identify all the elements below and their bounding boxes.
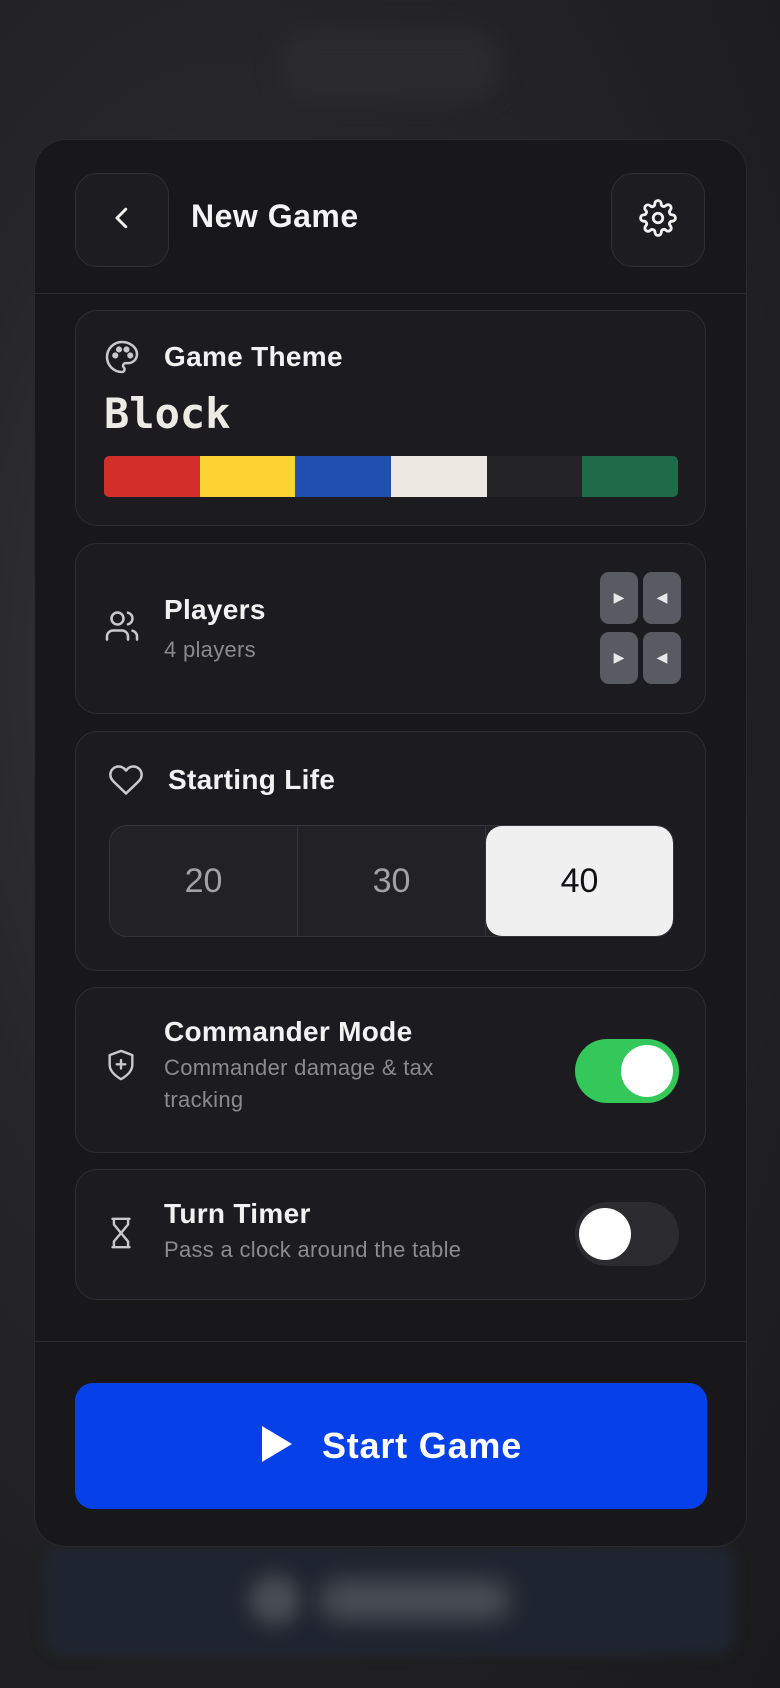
theme-name: Block [104,389,231,438]
turn-timer-toggle[interactable] [575,1202,679,1266]
seat-right-bottom: ◀ [643,632,681,684]
chevron-left-icon [107,203,137,237]
theme-swatch [486,456,583,497]
settings-button[interactable] [611,173,705,267]
life-option-20[interactable]: 20 [110,826,298,936]
toggle-knob [621,1045,673,1097]
back-button[interactable] [75,173,169,267]
background-blur-top [280,30,500,100]
player-layout-preview[interactable]: ▶ ◀ ▶ ◀ [600,572,681,684]
new-game-sheet: New Game Game Theme Block Players 4 play… [34,139,747,1547]
seat-right-top: ◀ [643,572,681,624]
seat-left-top: ▶ [600,572,638,624]
theme-swatch [199,456,296,497]
seat-left-bottom: ▶ [600,632,638,684]
game-theme-card[interactable]: Game Theme Block [75,310,706,526]
theme-swatch [104,456,200,497]
gear-icon [639,199,677,241]
commander-mode-card: Commander Mode Commander damage & tax tra… [75,987,706,1153]
palette-icon [104,339,140,375]
commander-mode-label: Commander Mode [164,1016,413,1047]
players-count: 4 players [164,637,256,662]
header: New Game [35,140,746,294]
commander-mode-description: Commander damage & tax tracking [164,1055,434,1112]
turn-timer-card: Turn Timer Pass a clock around the table [75,1169,706,1300]
life-option-40[interactable]: 40 [486,826,673,936]
footer: Start Game [35,1341,746,1546]
hourglass-icon [104,1216,138,1250]
shield-plus-icon [104,1048,138,1082]
starting-life-card: Starting Life 20 30 40 [75,731,706,971]
players-card[interactable]: Players 4 players ▶ ◀ ▶ ◀ [75,543,706,714]
start-game-label: Start Game [321,1425,523,1466]
heart-icon [108,762,144,798]
turn-timer-description: Pass a clock around the table [164,1237,462,1262]
commander-mode-toggle[interactable] [575,1039,679,1103]
players-label: Players [164,594,266,625]
start-game-button[interactable]: Start Game [75,1383,707,1509]
game-theme-label: Game Theme [164,341,343,372]
theme-swatch [391,456,487,497]
starting-life-selector: 20 30 40 [109,825,674,937]
theme-swatch [582,456,678,497]
background-blur-bottom [45,1545,735,1655]
turn-timer-label: Turn Timer [164,1198,311,1229]
starting-life-label: Starting Life [168,764,336,795]
theme-swatch [295,456,392,497]
users-icon [104,608,140,644]
theme-swatches [104,456,678,497]
page-title: New Game [191,198,359,234]
play-icon [260,1424,294,1468]
toggle-knob [579,1208,631,1260]
life-option-30[interactable]: 30 [298,826,486,936]
